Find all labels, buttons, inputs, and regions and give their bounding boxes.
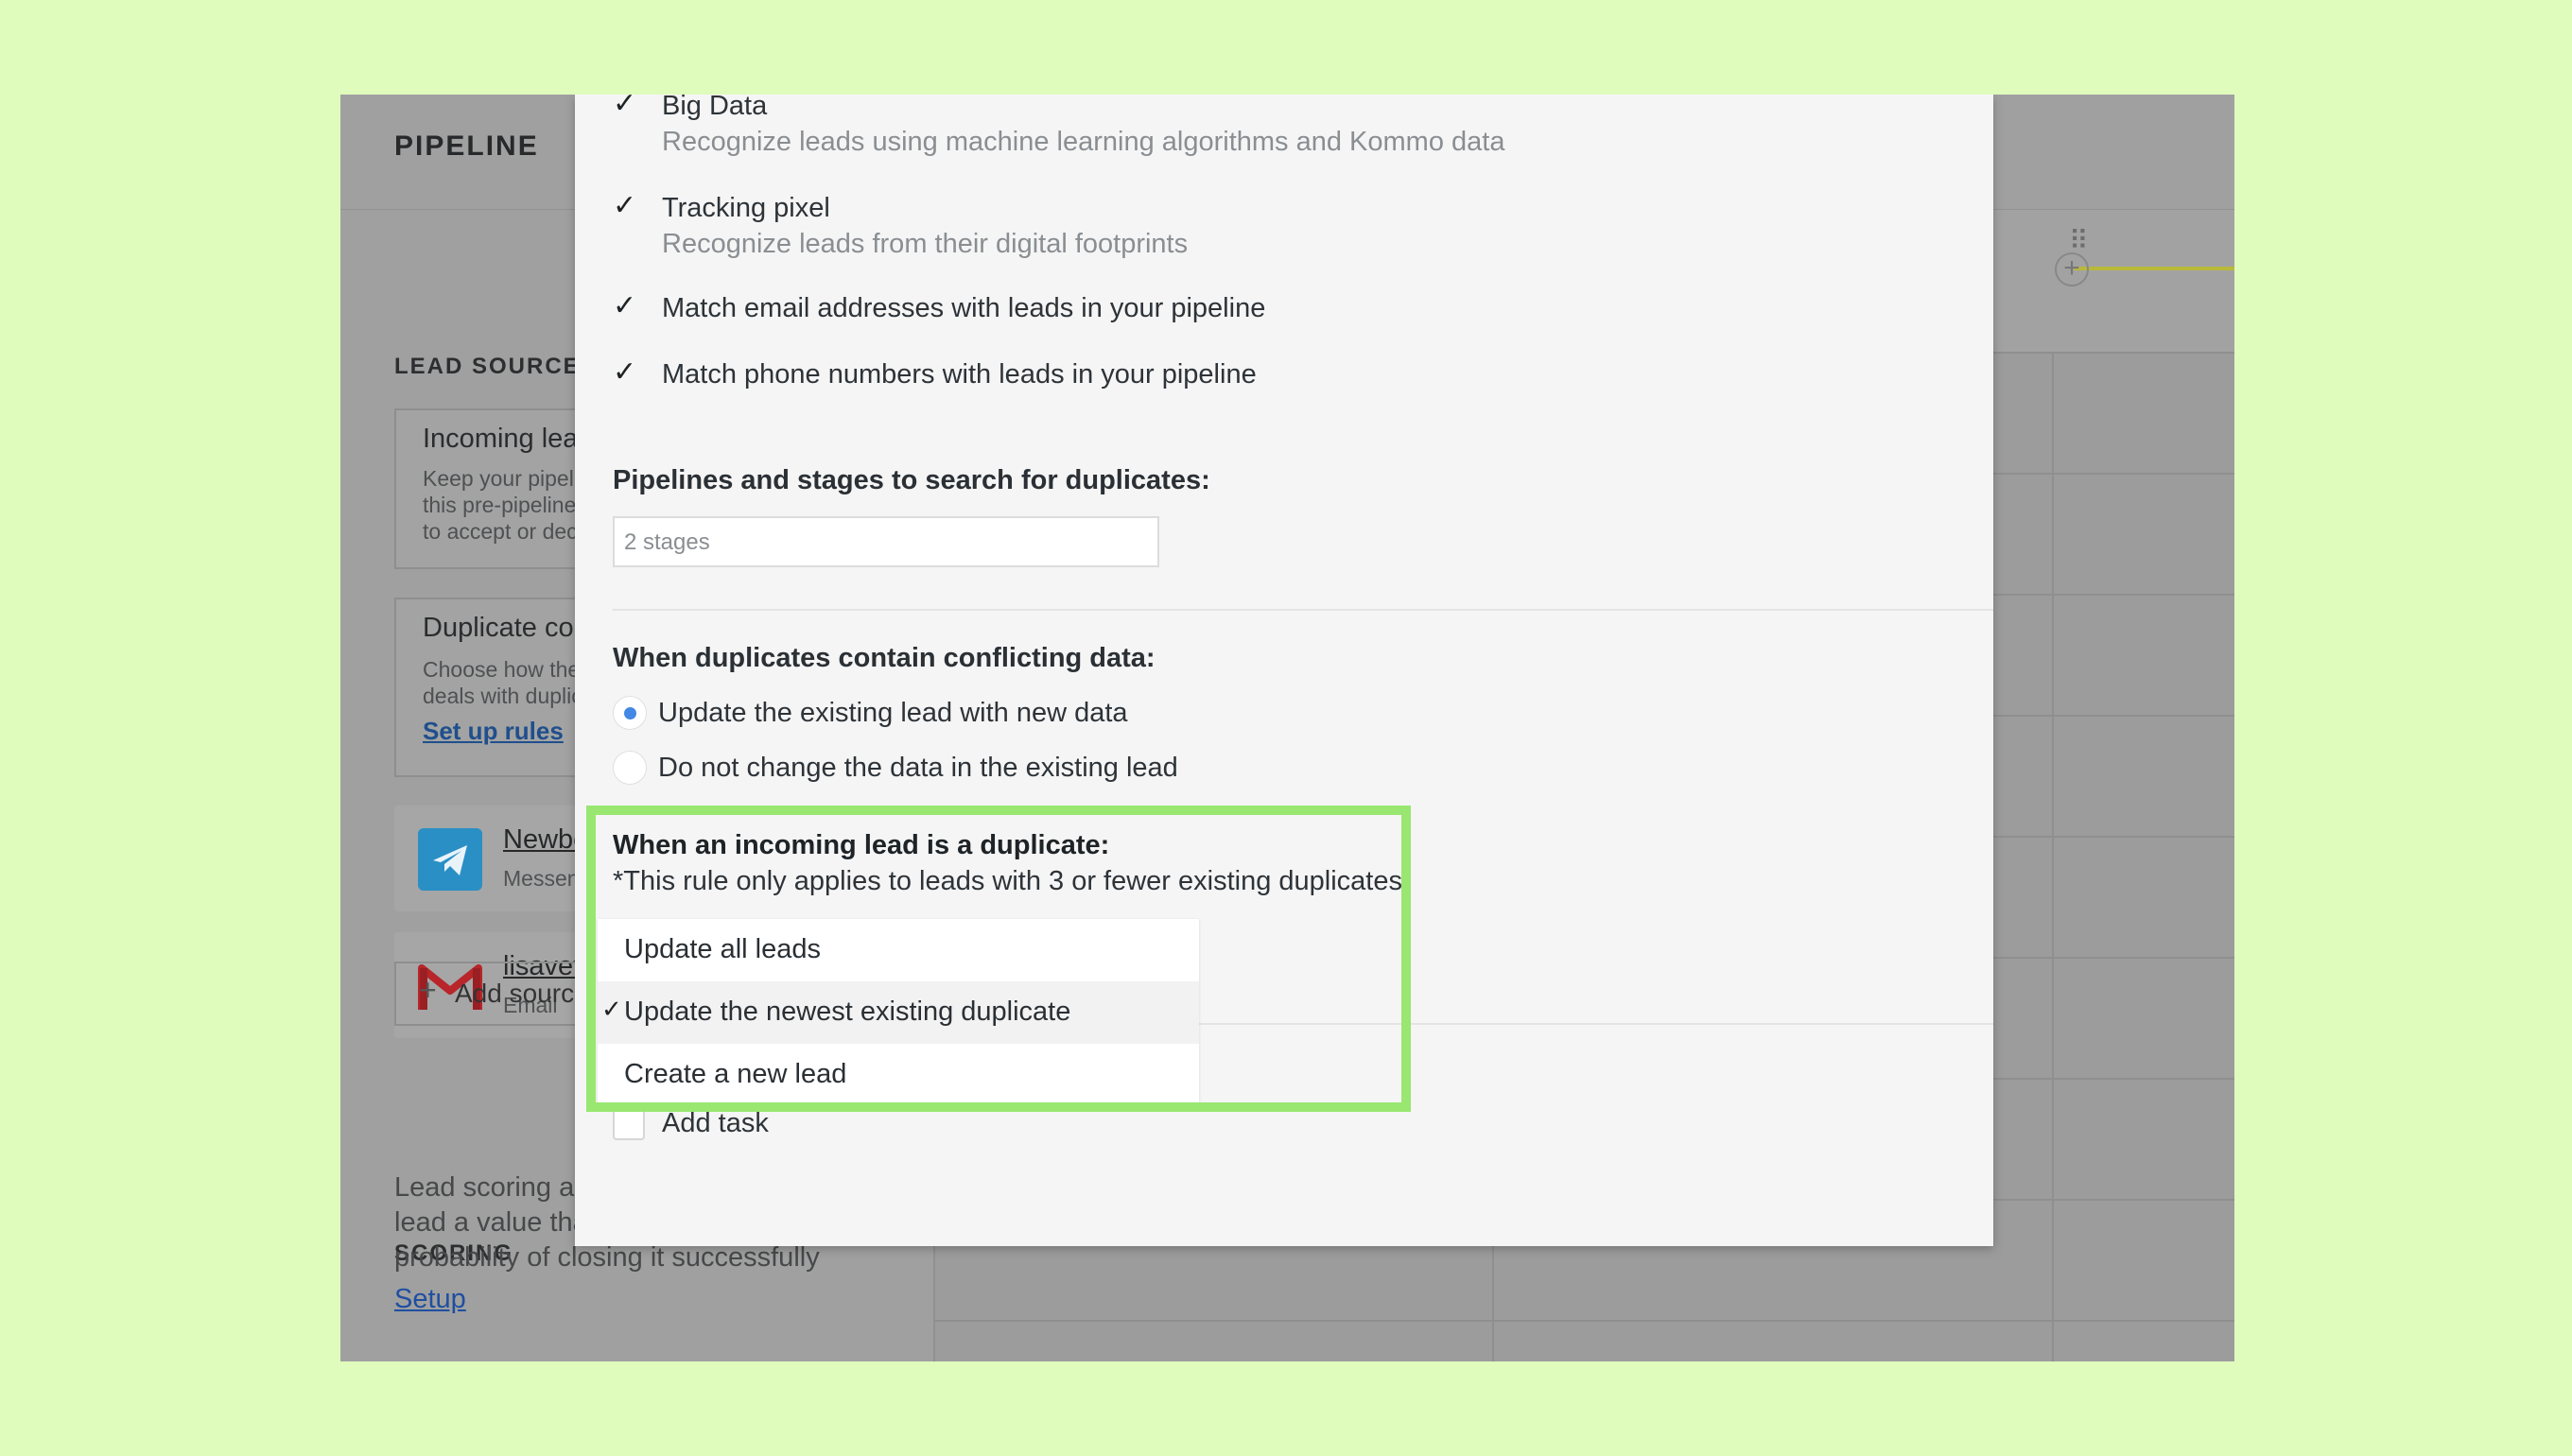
check-desc: Recognize leads using machine learning a… [662,127,1505,157]
checkmark-icon: ✓ [613,190,637,221]
checkbox[interactable] [613,1108,645,1140]
radio-button[interactable] [613,696,647,730]
checkmark-icon: ✓ [613,290,637,321]
pipelines-stages-input[interactable] [624,529,1135,556]
duplicate-rule-label: When an incoming lead is a duplicate: [613,830,1110,860]
lead-sources-title: LEAD SOURCES [394,354,598,379]
set-up-rules-link[interactable]: Set up rules [423,717,564,746]
row-divider [933,1320,2234,1322]
add-source-label: Add source [455,979,589,1008]
divider [613,609,1993,611]
pipelines-stages-select[interactable] [613,516,1159,567]
telegram-icon [418,828,482,891]
check-label: Big Data [662,95,768,121]
option-label: Create a new lead [624,1059,847,1089]
column-divider [2052,352,2054,1361]
stage-color-bar [2074,267,2234,270]
screenshot-frame: PIPELINE LEAD SOURCES Incoming leads Kee… [340,95,2234,1361]
check-label: Tracking pixel [662,193,830,223]
pipelines-label: Pipelines and stages to search for dupli… [613,465,1210,495]
check-label: Match email addresses with leads in your… [662,293,1266,323]
radio-label: Update the existing lead with new data [658,698,1128,728]
radio-label: Do not change the data in the existing l… [658,753,1178,783]
scoring-setup-link[interactable]: Setup [394,1284,466,1315]
check-label: Match phone numbers with leads in your p… [662,359,1257,390]
duplicate-action-dropdown[interactable]: Update all leads ✓ Update the newest exi… [598,919,1199,1106]
checkmark-icon: ✓ [613,356,637,388]
page-title: PIPELINE [394,130,539,162]
option-label: Update the newest existing duplicate [624,997,1071,1027]
add-stage-icon[interactable]: + [2055,252,2089,286]
option-create-new[interactable]: Create a new lead [598,1044,1199,1106]
option-update-newest[interactable]: ✓ Update the newest existing duplicate [598,981,1199,1044]
duplicate-rule-note: *This rule only applies to leads with 3 … [613,866,1402,896]
option-label: Update all leads [624,934,821,964]
radio-button[interactable] [613,751,647,785]
checkmark-icon: ✓ [613,95,637,119]
duplicate-control-modal: ✓ Big Data Recognize leads using machine… [575,95,1993,1246]
option-update-all[interactable]: Update all leads [598,919,1199,981]
checkmark-icon: ✓ [601,995,622,1023]
plus-icon: + [419,973,437,1007]
check-label: Add task [662,1108,769,1138]
conflict-label: When duplicates contain conflicting data… [613,643,1156,673]
check-desc: Recognize leads from their digital footp… [662,229,1189,259]
